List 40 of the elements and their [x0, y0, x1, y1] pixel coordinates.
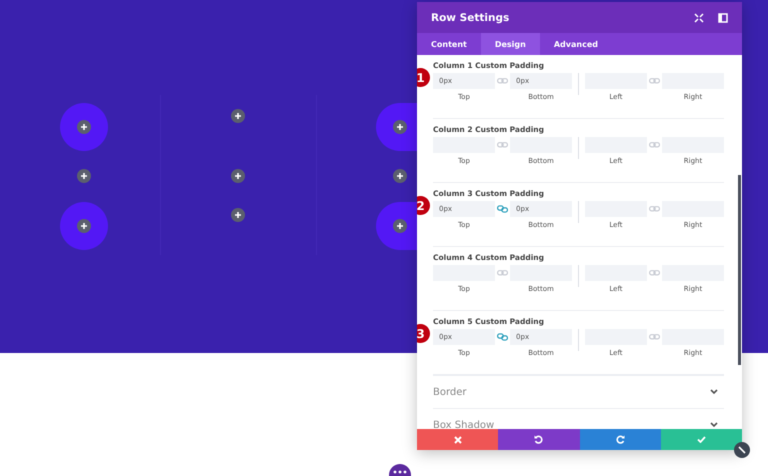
close-icon [454, 436, 462, 444]
add-icon[interactable] [393, 169, 407, 183]
panel-title: Row Settings [431, 12, 510, 24]
link-icon[interactable] [648, 205, 660, 213]
add-icon[interactable] [231, 208, 245, 222]
add-icon[interactable] [393, 219, 407, 233]
tab[interactable]: Content [417, 33, 481, 55]
link-icon[interactable] [648, 141, 660, 149]
tab[interactable]: Advanced [540, 33, 612, 55]
scrollbar[interactable] [738, 175, 741, 365]
redo-icon [616, 435, 625, 444]
check-icon [696, 436, 706, 443]
save-button[interactable] [660, 429, 742, 450]
number-badge: 2 [417, 196, 430, 215]
link-icon[interactable] [497, 205, 508, 213]
link-icon[interactable] [497, 77, 508, 85]
add-icon[interactable] [231, 109, 245, 123]
circle-shape [60, 103, 108, 151]
add-icon[interactable] [393, 120, 407, 134]
undo-button[interactable] [498, 429, 580, 450]
circle-shape [60, 202, 108, 250]
sidebar-icon[interactable] [718, 12, 728, 22]
number-badge: 3 [417, 324, 430, 343]
add-icon[interactable] [231, 169, 245, 183]
add-icon[interactable] [77, 169, 91, 183]
tab[interactable]: Design [480, 33, 540, 55]
expand-icon[interactable] [694, 12, 704, 22]
discard-button[interactable] [417, 429, 498, 450]
link-icon[interactable] [648, 77, 660, 85]
resize-icon[interactable] [734, 442, 750, 458]
link-icon[interactable] [648, 333, 660, 341]
link-icon[interactable] [497, 141, 508, 149]
link-icon[interactable] [497, 269, 508, 277]
link-icon[interactable] [648, 269, 660, 277]
section-toggle[interactable]: Border [433, 375, 724, 408]
undo-icon [534, 435, 544, 444]
number-badge: 1 [417, 68, 430, 87]
link-icon[interactable] [497, 333, 508, 341]
add-icon[interactable] [77, 120, 91, 134]
add-icon[interactable] [77, 219, 91, 233]
